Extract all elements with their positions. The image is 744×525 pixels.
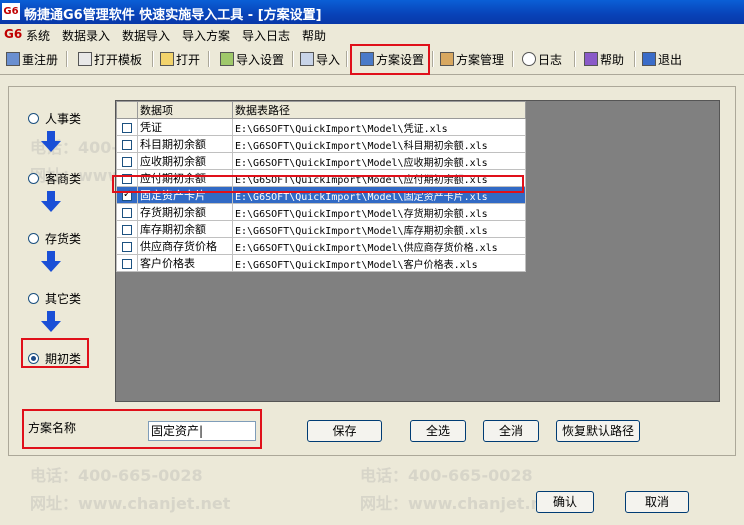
menu-help[interactable]: 帮助 bbox=[302, 27, 326, 44]
cell-path[interactable]: E:\G6SOFT\QuickImport\Model\凭证.xls bbox=[232, 118, 526, 136]
template-icon bbox=[78, 52, 92, 66]
row-checkbox[interactable] bbox=[122, 224, 132, 235]
radio-dot bbox=[28, 173, 39, 184]
help-book-icon bbox=[584, 52, 598, 66]
import-button[interactable]: 导入 bbox=[300, 49, 340, 69]
table-row[interactable]: 库存期初余额 E:\G6SOFT\QuickImport\Model\库存期初余额… bbox=[116, 220, 526, 238]
cell-path[interactable]: E:\G6SOFT\QuickImport\Model\供应商存货价格.xls bbox=[232, 237, 526, 255]
arrow-down-icon bbox=[41, 311, 61, 332]
arrow-down-icon bbox=[41, 251, 61, 272]
watermark-site: 网址：www.chanjet.net bbox=[360, 494, 561, 513]
menu-brand: G6 bbox=[4, 27, 23, 41]
table-row[interactable]: 供应商存货价格 E:\G6SOFT\QuickImport\Model\供应商存货… bbox=[116, 237, 526, 255]
radio-dot bbox=[28, 293, 39, 304]
table-row[interactable]: 客户价格表 E:\G6SOFT\QuickImport\Model\客户价格表.x… bbox=[116, 254, 526, 272]
import-icon bbox=[300, 52, 314, 66]
import-settings-button[interactable]: 导入设置 bbox=[220, 49, 284, 69]
table-row[interactable]: 存货期初余额 E:\G6SOFT\QuickImport\Model\存货期初余额… bbox=[116, 203, 526, 221]
highlight-scheme-settings bbox=[350, 44, 430, 75]
radio-dot bbox=[28, 113, 39, 124]
row-checkbox[interactable] bbox=[122, 241, 132, 252]
open-template-button[interactable]: 打开模板 bbox=[78, 49, 142, 69]
app-logo-icon: G6 bbox=[2, 3, 20, 20]
category-radio-inventory[interactable]: 存货类 bbox=[28, 230, 81, 247]
log-button[interactable]: 日志 bbox=[522, 49, 562, 69]
row-checkbox[interactable] bbox=[122, 207, 132, 218]
arrow-down-icon bbox=[41, 131, 61, 152]
select-all-button[interactable]: 全选 bbox=[410, 420, 466, 442]
radio-dot bbox=[28, 233, 39, 244]
scheme-manage-button[interactable]: 方案管理 bbox=[440, 49, 504, 69]
deselect-all-button[interactable]: 全消 bbox=[483, 420, 539, 442]
watermark-site: 网址：www.chanjet.net bbox=[30, 494, 231, 513]
cell-item-name: 存货期初余额 bbox=[137, 203, 233, 221]
open-button[interactable]: 打开 bbox=[160, 49, 200, 69]
register-icon bbox=[6, 52, 20, 66]
help-button[interactable]: 帮助 bbox=[584, 49, 624, 69]
cell-path[interactable]: E:\G6SOFT\QuickImport\Model\科目期初余额.xls bbox=[232, 135, 526, 153]
cell-item-name: 科目期初余额 bbox=[137, 135, 233, 153]
highlight-fixed-asset-row bbox=[112, 175, 524, 193]
menu-import-log[interactable]: 导入日志 bbox=[242, 27, 290, 44]
data-grid-area: 数据项 数据表路径 凭证 E:\G6SOFT\QuickImport\Model\… bbox=[115, 100, 720, 402]
highlight-opening bbox=[21, 338, 89, 368]
ok-button[interactable]: 确认 bbox=[536, 491, 594, 513]
window-title: 畅捷通G6管理软件 快速实施导入工具 - [方案设置] bbox=[24, 8, 322, 23]
cell-item-name: 库存期初余额 bbox=[137, 220, 233, 238]
row-checkbox[interactable] bbox=[122, 122, 132, 133]
category-radio-customer[interactable]: 客商类 bbox=[28, 170, 81, 187]
settings-icon bbox=[220, 52, 234, 66]
folder-icon bbox=[160, 52, 174, 66]
table-row[interactable]: 应收期初余额 E:\G6SOFT\QuickImport\Model\应收期初余额… bbox=[116, 152, 526, 170]
cancel-button[interactable]: 取消 bbox=[625, 491, 689, 513]
category-radio-other[interactable]: 其它类 bbox=[28, 290, 81, 307]
cell-item-name: 供应商存货价格 bbox=[137, 237, 233, 255]
menu-data-entry[interactable]: 数据录入 bbox=[62, 27, 110, 44]
exit-icon bbox=[642, 52, 656, 66]
table-row[interactable]: 科目期初余额 E:\G6SOFT\QuickImport\Model\科目期初余额… bbox=[116, 135, 526, 153]
exit-button[interactable]: 退出 bbox=[642, 49, 682, 69]
cell-path[interactable]: E:\G6SOFT\QuickImport\Model\存货期初余额.xls bbox=[232, 203, 526, 221]
scheme-manage-icon bbox=[440, 52, 454, 66]
grid-header-path[interactable]: 数据表路径 bbox=[232, 101, 526, 119]
menu-import-scheme[interactable]: 导入方案 bbox=[182, 27, 230, 44]
arrow-down-icon bbox=[41, 191, 61, 212]
menu-data-import[interactable]: 数据导入 bbox=[122, 27, 170, 44]
row-checkbox[interactable] bbox=[122, 139, 132, 150]
cell-item-name: 客户价格表 bbox=[137, 254, 233, 272]
search-icon bbox=[522, 52, 536, 66]
category-radio-personnel[interactable]: 人事类 bbox=[28, 110, 81, 127]
cell-path[interactable]: E:\G6SOFT\QuickImport\Model\客户价格表.xls bbox=[232, 254, 526, 272]
restore-default-path-button[interactable]: 恢复默认路径 bbox=[556, 420, 640, 442]
watermark-phone: 电话：400-665-0028 bbox=[360, 466, 533, 485]
row-checkbox[interactable] bbox=[122, 258, 132, 269]
menu-system[interactable]: 系统 bbox=[26, 27, 50, 44]
title-bar: G6 畅捷通G6管理软件 快速实施导入工具 - [方案设置] bbox=[0, 0, 744, 24]
grid-header-item[interactable]: 数据项 bbox=[137, 101, 233, 119]
cell-item-name: 凭证 bbox=[137, 118, 233, 136]
cell-path[interactable]: E:\G6SOFT\QuickImport\Model\应收期初余额.xls bbox=[232, 152, 526, 170]
menu-bar: G6 系统 数据录入 数据导入 导入方案 导入日志 帮助 bbox=[0, 24, 744, 44]
watermark-phone: 电话：400-665-0028 bbox=[30, 466, 203, 485]
grid-header-row: 数据项 数据表路径 bbox=[116, 101, 526, 119]
table-row[interactable]: 凭证 E:\G6SOFT\QuickImport\Model\凭证.xls bbox=[116, 118, 526, 136]
cell-path[interactable]: E:\G6SOFT\QuickImport\Model\库存期初余额.xls bbox=[232, 220, 526, 238]
cell-item-name: 应收期初余额 bbox=[137, 152, 233, 170]
save-button[interactable]: 保存 bbox=[307, 420, 382, 442]
reregister-button[interactable]: 重注册 bbox=[6, 49, 58, 69]
highlight-scheme-name bbox=[22, 409, 262, 449]
row-checkbox[interactable] bbox=[122, 156, 132, 167]
